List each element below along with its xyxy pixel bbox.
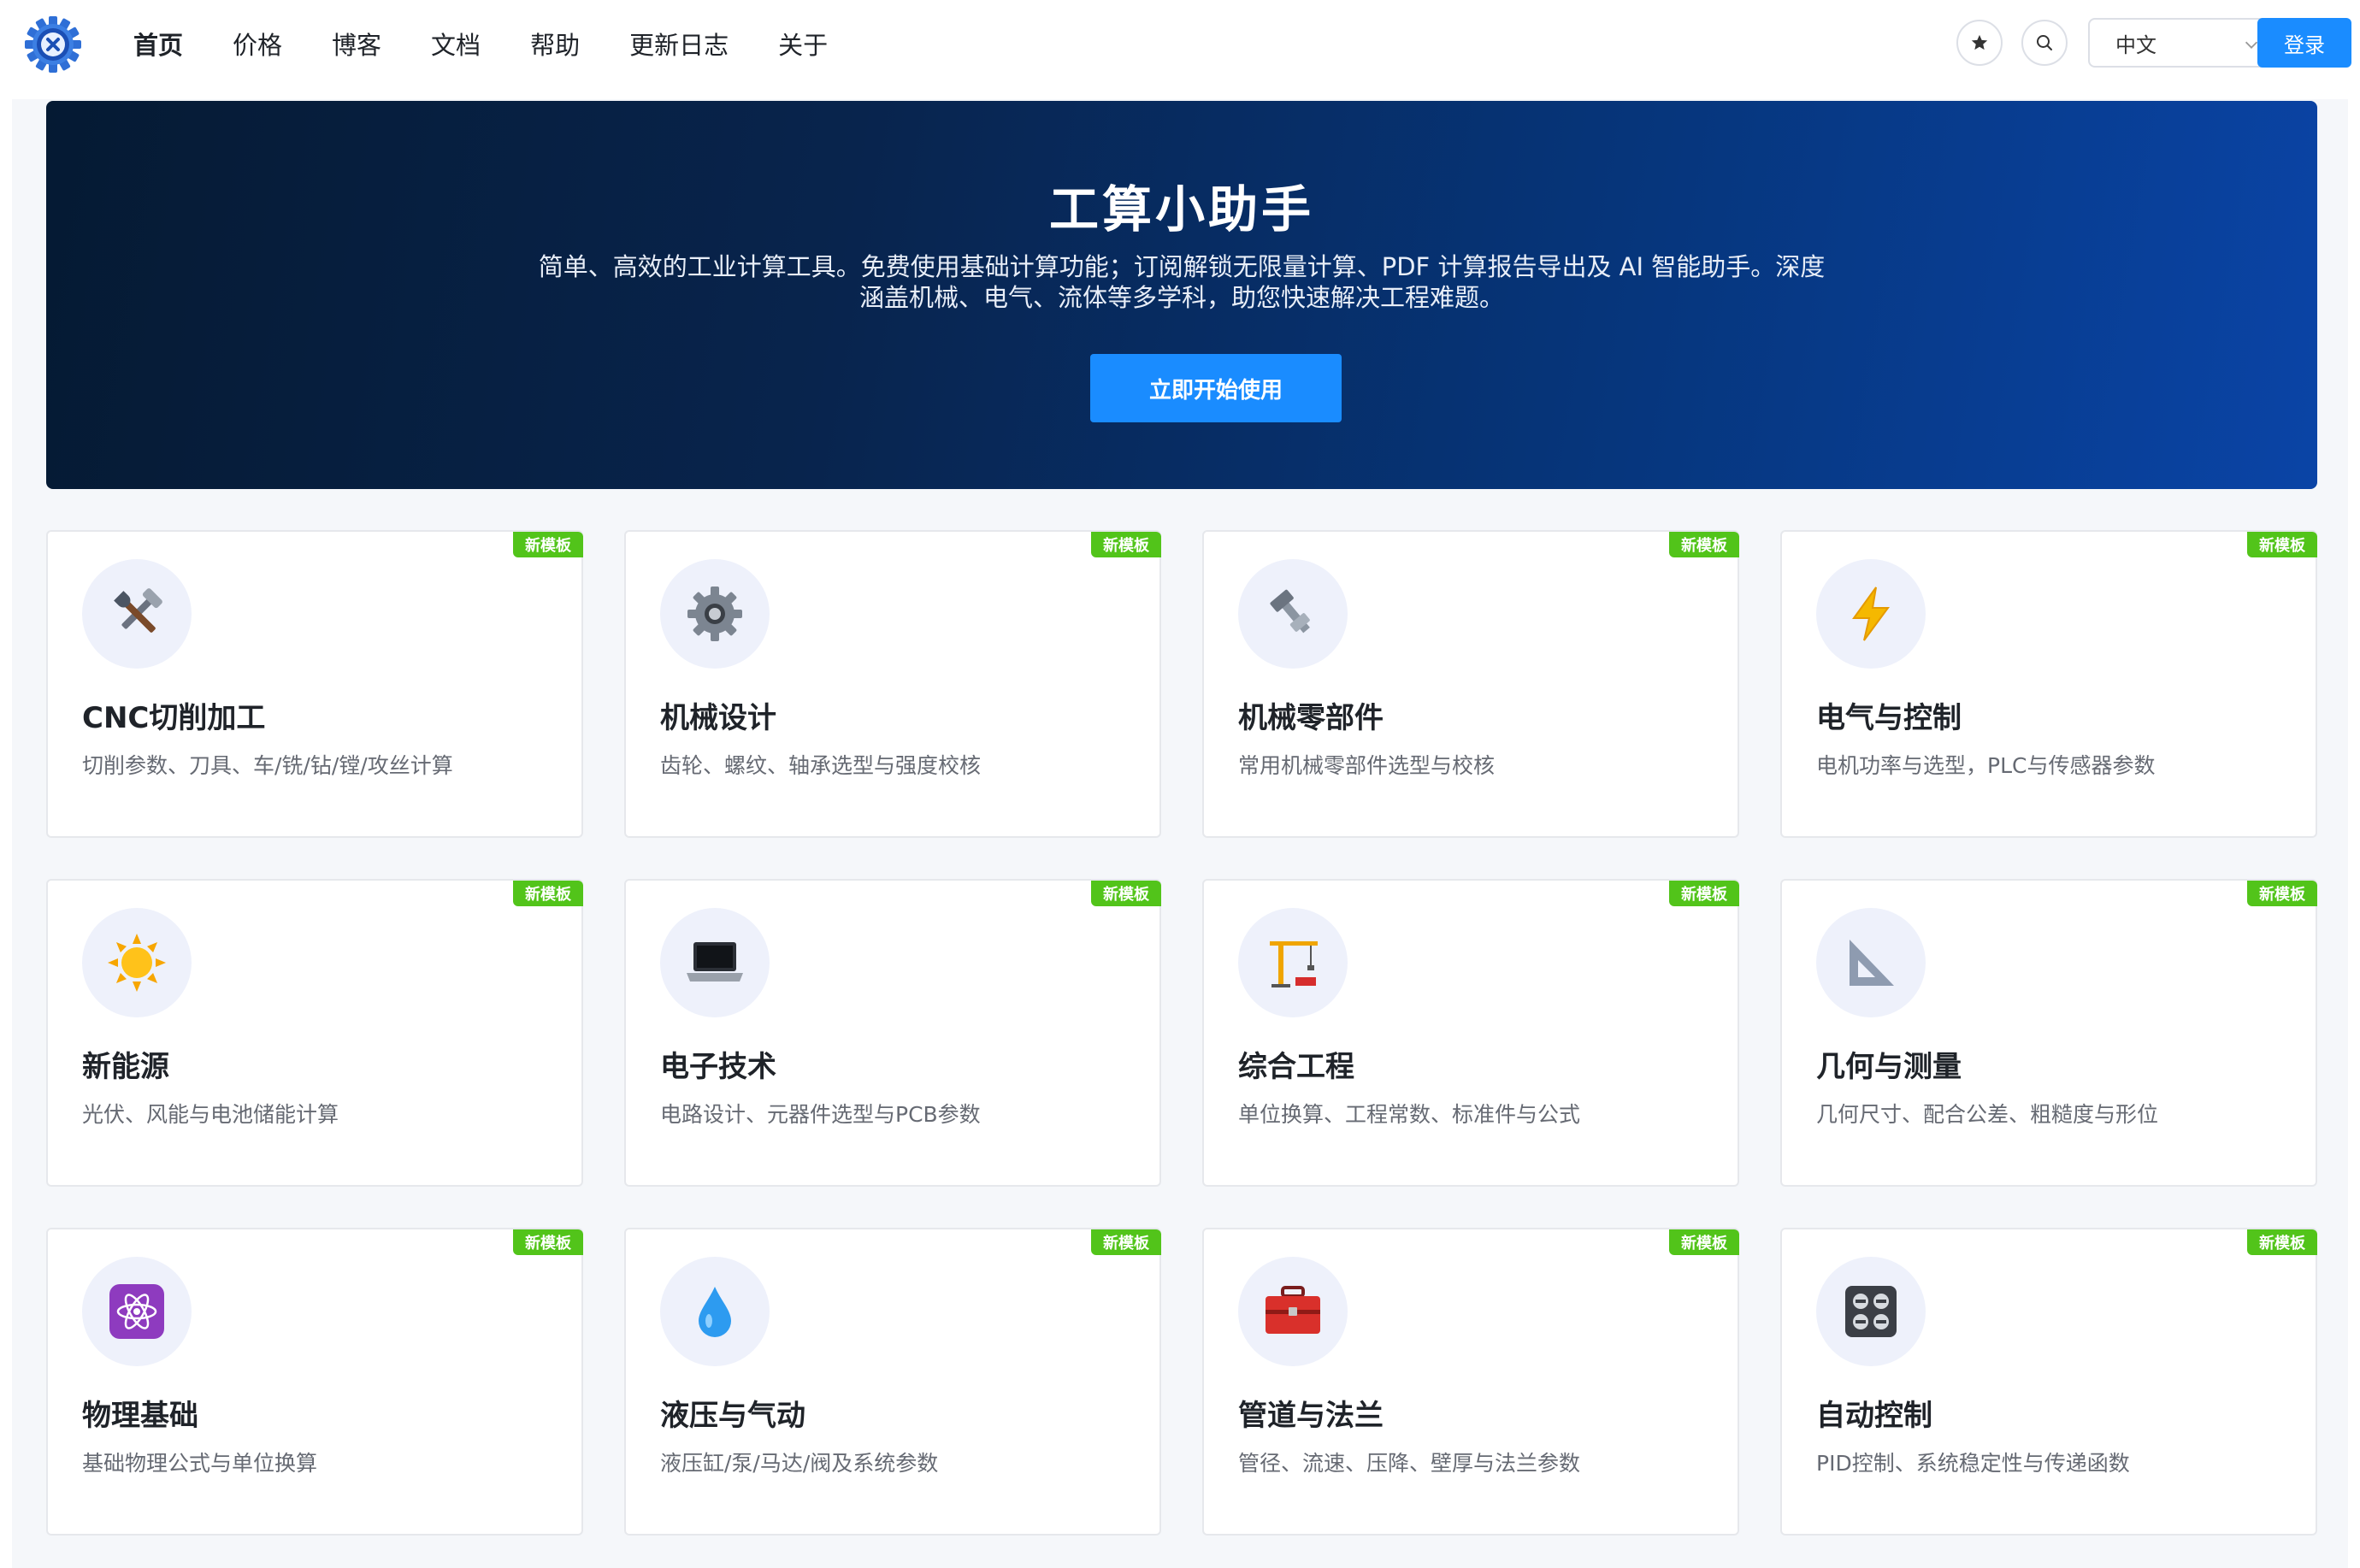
card-icon-wrap — [660, 1257, 770, 1366]
card-description: 管径、流速、压降、壁厚与法兰参数 — [1238, 1451, 1581, 1476]
card-icon-wrap — [82, 1257, 192, 1366]
favorite-button[interactable] — [1956, 20, 2003, 66]
card-description: 几何尺寸、配合公差、粗糙度与形位 — [1816, 1102, 2159, 1127]
hero-title: 工算小助手 — [1048, 180, 1314, 239]
card-description: 切削参数、刀具、车/铣/钻/镗/攻丝计算 — [82, 753, 453, 778]
lightning-icon — [1852, 587, 1890, 641]
card-title: 几何与测量 — [1816, 1050, 1962, 1084]
language-select[interactable]: 中文 — [2088, 18, 2283, 68]
main-content: 工算小助手 简单、高效的工业计算工具。免费使用基础计算功能；订阅解锁无限量计算、… — [12, 99, 2348, 1568]
nav-pricing[interactable]: 价格 — [233, 26, 282, 62]
toolbox-icon — [1266, 1286, 1320, 1334]
category-card-mechanical-design[interactable]: 新模板 机械设计 齿轮、螺纹、轴承选型与强度校核 — [624, 530, 1161, 838]
card-description: 电路设计、元器件选型与PCB参数 — [660, 1102, 981, 1127]
new-template-badge: 新模板 — [1669, 532, 1739, 557]
card-icon-wrap — [82, 559, 192, 669]
hero-banner: 工算小助手 简单、高效的工业计算工具。免费使用基础计算功能；订阅解锁无限量计算、… — [46, 101, 2317, 489]
card-title: 机械设计 — [660, 701, 776, 735]
card-title: 新能源 — [82, 1050, 169, 1084]
top-nav-bar: 首页 价格 博客 文档 帮助 更新日志 关于 中文 登录 — [0, 0, 2360, 87]
new-template-badge: 新模板 — [2247, 881, 2317, 906]
new-template-badge: 新模板 — [1091, 532, 1161, 557]
card-description: 基础物理公式与单位换算 — [82, 1451, 318, 1476]
new-template-badge: 新模板 — [513, 532, 583, 557]
card-description: PID控制、系统稳定性与传递函数 — [1816, 1451, 2130, 1476]
nav-help[interactable]: 帮助 — [530, 26, 580, 62]
get-started-button[interactable]: 立即开始使用 — [1090, 354, 1342, 422]
laptop-icon — [687, 942, 743, 981]
hero-description-line2: 涵盖机械、电气、流体等多学科，助您快速解决工程难题。 — [858, 283, 1504, 312]
category-card-new-energy[interactable]: 新模板 新能源 光伏、风能与电池储能计算 — [46, 879, 583, 1187]
category-card-geometry[interactable]: 新模板 几何与测量 几何尺寸、配合公差、粗糙度与形位 — [1780, 879, 2317, 1187]
category-card-cnc[interactable]: 新模板 CNC切削加工 切削参数、刀具、车/铣/钻/镗/攻丝计算 — [46, 530, 583, 838]
triangle-ruler-icon — [1850, 940, 1894, 986]
main-nav: 首页 价格 博客 文档 帮助 更新日志 关于 — [133, 0, 877, 87]
card-title: 自动控制 — [1816, 1399, 1932, 1433]
card-description: 常用机械零部件选型与校核 — [1238, 753, 1496, 778]
card-title: 综合工程 — [1238, 1050, 1354, 1084]
nav-docs[interactable]: 文档 — [431, 26, 481, 62]
new-template-badge: 新模板 — [1091, 881, 1161, 906]
category-card-electrical[interactable]: 新模板 电气与控制 电机功率与选型，PLC与传感器参数 — [1780, 530, 2317, 838]
card-title: 液压与气动 — [660, 1399, 805, 1433]
card-icon-wrap — [1816, 559, 1926, 669]
card-icon-wrap — [1816, 908, 1926, 1017]
tools-icon — [114, 588, 162, 633]
new-template-badge: 新模板 — [2247, 1229, 2317, 1255]
card-description: 光伏、风能与电池储能计算 — [82, 1102, 339, 1127]
card-description: 电机功率与选型，PLC与传感器参数 — [1816, 753, 2156, 778]
droplet-icon — [699, 1287, 731, 1337]
category-card-mechanical-parts[interactable]: 新模板 机械零部件 常用机械零部件选型与校核 — [1202, 530, 1739, 838]
new-template-badge: 新模板 — [1669, 881, 1739, 906]
card-title: 机械零部件 — [1238, 701, 1384, 735]
control-panel-icon — [1845, 1286, 1897, 1337]
category-card-physics[interactable]: 新模板 物理基础 基础物理公式与单位换算 — [46, 1228, 583, 1536]
hero-description-line1: 简单、高效的工业计算工具。免费使用基础计算功能；订阅解锁无限量计算、PDF 计算… — [538, 252, 1826, 281]
new-template-badge: 新模板 — [513, 1229, 583, 1255]
new-template-badge: 新模板 — [1091, 1229, 1161, 1255]
crane-icon — [1270, 941, 1318, 987]
card-title: 电子技术 — [660, 1050, 776, 1084]
card-icon-wrap — [1816, 1257, 1926, 1366]
nav-blog[interactable]: 博客 — [332, 26, 381, 62]
login-button[interactable]: 登录 — [2257, 18, 2351, 68]
card-icon-wrap — [1238, 1257, 1348, 1366]
nav-about[interactable]: 关于 — [778, 26, 828, 62]
atom-icon — [109, 1284, 164, 1339]
nav-changelog[interactable]: 更新日志 — [629, 26, 729, 62]
card-title: 物理基础 — [82, 1399, 198, 1433]
card-description: 单位换算、工程常数、标准件与公式 — [1238, 1102, 1581, 1127]
card-title: 电气与控制 — [1816, 701, 1962, 735]
nav-home[interactable]: 首页 — [133, 26, 183, 62]
category-card-electronics[interactable]: 新模板 电子技术 电路设计、元器件选型与PCB参数 — [624, 879, 1161, 1187]
star-icon — [1971, 34, 1988, 50]
bolt-nut-icon — [1270, 589, 1310, 634]
card-icon-wrap — [660, 559, 770, 669]
card-icon-wrap — [660, 908, 770, 1017]
category-card-general-engineering[interactable]: 新模板 综合工程 单位换算、工程常数、标准件与公式 — [1202, 879, 1739, 1187]
search-button[interactable] — [2021, 20, 2068, 66]
category-card-pipes-flanges[interactable]: 新模板 管道与法兰 管径、流速、压降、壁厚与法兰参数 — [1202, 1228, 1739, 1536]
card-description: 齿轮、螺纹、轴承选型与强度校核 — [660, 753, 982, 778]
card-icon-wrap — [1238, 908, 1348, 1017]
search-icon — [2037, 35, 2052, 50]
card-icon-wrap — [82, 908, 192, 1017]
card-title: 管道与法兰 — [1238, 1399, 1384, 1433]
new-template-badge: 新模板 — [513, 881, 583, 906]
category-card-hydraulics[interactable]: 新模板 液压与气动 液压缸/泵/马达/阀及系统参数 — [624, 1228, 1161, 1536]
new-template-badge: 新模板 — [2247, 532, 2317, 557]
card-title: CNC切削加工 — [82, 701, 266, 735]
sun-icon — [108, 934, 166, 992]
language-value: 中文 — [2115, 32, 2156, 57]
new-template-badge: 新模板 — [1669, 1229, 1739, 1255]
category-card-automatic-control[interactable]: 新模板 自动控制 PID控制、系统稳定性与传递函数 — [1780, 1228, 2317, 1536]
logo-gear-icon[interactable] — [24, 15, 82, 74]
card-description: 液压缸/泵/马达/阀及系统参数 — [660, 1451, 939, 1476]
hero-description: 简单、高效的工业计算工具。免费使用基础计算功能；订阅解锁无限量计算、PDF 计算… — [525, 251, 1838, 313]
card-icon-wrap — [1238, 559, 1348, 669]
gear-icon — [687, 587, 742, 641]
